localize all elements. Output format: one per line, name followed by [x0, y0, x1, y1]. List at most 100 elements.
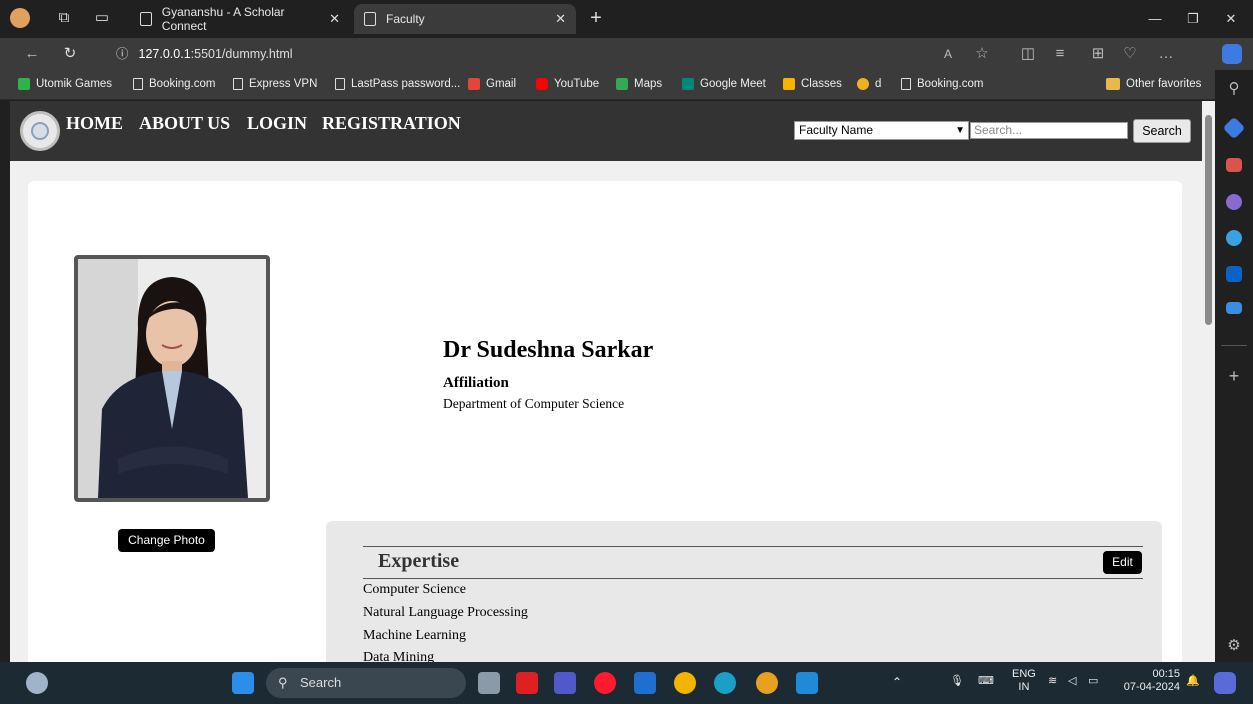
- faculty-select[interactable]: Faculty Name ▼: [794, 121, 969, 140]
- bookmark-lastpass[interactable]: LastPass password...: [335, 78, 460, 90]
- maps-icon: [616, 78, 628, 90]
- browser-essentials-icon[interactable]: ♡: [1120, 44, 1140, 64]
- bookmark-booking-2[interactable]: Booking.com: [901, 78, 983, 90]
- refresh-icon[interactable]: ↻: [60, 44, 80, 64]
- tab-faculty[interactable]: Faculty ✕: [354, 4, 576, 34]
- tab-gyananshu[interactable]: Gyananshu - A Scholar Connect ✕: [130, 4, 350, 34]
- site-navbar: HOME ABOUT US LOGIN REGISTRATION Faculty…: [10, 101, 1202, 161]
- language-indicator[interactable]: ENG IN: [1012, 668, 1036, 694]
- expertise-item: Machine Learning: [363, 628, 467, 643]
- change-photo-button[interactable]: Change Photo: [118, 529, 215, 552]
- bookmark-maps[interactable]: Maps: [616, 78, 662, 90]
- new-tab-icon[interactable]: +: [586, 8, 606, 28]
- close-tab-icon[interactable]: ✕: [329, 11, 340, 27]
- page-scrollbar[interactable]: [1202, 101, 1215, 662]
- copilot-icon[interactable]: [1222, 44, 1242, 64]
- split-screen-icon[interactable]: ◫: [1018, 44, 1038, 64]
- scroll-thumb[interactable]: [1205, 115, 1212, 325]
- nav-home[interactable]: HOME: [66, 113, 123, 134]
- opera-icon[interactable]: [594, 672, 616, 694]
- search-icon[interactable]: ⚲: [1224, 79, 1244, 99]
- affiliation-value: Department of Computer Science: [443, 396, 625, 411]
- collections-icon[interactable]: ⊞: [1088, 44, 1108, 64]
- wifi-icon[interactable]: ≋: [1048, 674, 1057, 687]
- search-input[interactable]: Search...: [970, 122, 1128, 139]
- battery-icon[interactable]: ▭: [1088, 674, 1098, 687]
- page-icon: [364, 12, 376, 26]
- favorites-icon[interactable]: ≡: [1050, 44, 1070, 64]
- show-hidden-icons-icon[interactable]: ⌃: [892, 675, 902, 689]
- bookmark-d[interactable]: d: [857, 78, 881, 90]
- youtube-app-icon[interactable]: [516, 672, 538, 694]
- search-button[interactable]: Search: [1133, 119, 1191, 143]
- tab-actions-icon[interactable]: ▭: [92, 8, 112, 28]
- folder-icon: [1106, 78, 1120, 90]
- bookmark-booking[interactable]: Booking.com: [133, 78, 215, 90]
- vscode-icon[interactable]: [796, 672, 818, 694]
- workspaces-icon[interactable]: ⧉: [54, 8, 74, 28]
- outlook-icon[interactable]: [1226, 266, 1242, 282]
- expertise-item: Natural Language Processing: [363, 605, 528, 620]
- minimize-icon[interactable]: —: [1140, 8, 1170, 30]
- games-icon[interactable]: [1226, 194, 1242, 210]
- url-field[interactable]: ⓘ 127.0.0.1:5501/dummy.html: [100, 42, 1000, 66]
- notification-bell-icon[interactable]: 🔔: [1186, 674, 1200, 687]
- close-window-icon[interactable]: ✕: [1216, 8, 1246, 30]
- page-viewport: HOME ABOUT US LOGIN REGISTRATION Faculty…: [10, 101, 1202, 662]
- page-icon: [233, 78, 243, 90]
- copilot-taskbar-icon[interactable]: [1214, 672, 1236, 694]
- close-tab-icon[interactable]: ✕: [555, 11, 566, 27]
- affiliation-label: Affiliation: [443, 375, 509, 391]
- profile-avatar-icon[interactable]: [10, 8, 30, 28]
- clock[interactable]: 00:15 07-04-2024: [1120, 668, 1180, 694]
- chrome-profile-icon[interactable]: [756, 672, 778, 694]
- taskbar-search[interactable]: ⚲ Search: [266, 668, 466, 698]
- bookmark-gmail[interactable]: Gmail: [468, 78, 516, 90]
- bookmark-expressvpn[interactable]: Express VPN: [233, 78, 317, 90]
- bookmark-utomik[interactable]: Utomik Games: [18, 78, 112, 90]
- other-favorites[interactable]: Other favorites: [1106, 78, 1201, 90]
- bookmark-classes[interactable]: Classes: [783, 78, 842, 90]
- expertise-title: Expertise: [378, 550, 460, 572]
- task-view-icon[interactable]: [478, 672, 500, 694]
- back-icon[interactable]: ←: [22, 44, 42, 64]
- chevron-down-icon: ▼: [955, 125, 965, 136]
- classroom-icon: [783, 78, 795, 90]
- drop-icon[interactable]: [1226, 302, 1242, 314]
- page-icon: [901, 78, 911, 90]
- restore-icon[interactable]: ❐: [1178, 8, 1208, 30]
- page-icon: [335, 78, 345, 90]
- logo-emblem: [31, 122, 49, 140]
- microphone-icon[interactable]: 🎙: [950, 674, 964, 687]
- bookmark-youtube[interactable]: YouTube: [536, 78, 599, 90]
- edge-sidebar: ⚲ + ⚙: [1215, 70, 1253, 662]
- teams-icon[interactable]: [554, 672, 576, 694]
- start-windows-icon[interactable]: [232, 672, 254, 694]
- weather-icon[interactable]: [26, 672, 48, 694]
- windows-taskbar: ⚲ Search ⌃ 🎙 ⌨ ENG IN ≋ ◁ ▭ 00:15 07-04-…: [0, 662, 1253, 704]
- volume-icon[interactable]: ◁: [1068, 674, 1076, 687]
- shopping-icon[interactable]: [1222, 116, 1246, 140]
- more-menu-icon[interactable]: …: [1156, 44, 1176, 64]
- expertise-header: Expertise Edit: [363, 546, 1143, 579]
- read-aloud-icon[interactable]: A: [938, 44, 958, 64]
- microsoft365-icon[interactable]: [1226, 230, 1242, 246]
- nav-login[interactable]: LOGIN: [247, 113, 307, 134]
- nav-about-us[interactable]: ABOUT US: [139, 113, 230, 134]
- desktop-app-icon[interactable]: [634, 672, 656, 694]
- edge-icon[interactable]: [714, 672, 736, 694]
- expertise-item: Computer Science: [363, 582, 467, 597]
- tools-icon[interactable]: [1226, 158, 1242, 172]
- bookmark-google-meet[interactable]: Google Meet: [682, 78, 766, 90]
- site-info-icon[interactable]: ⓘ: [116, 47, 129, 61]
- favorite-star-icon[interactable]: ☆: [972, 44, 992, 64]
- youtube-icon: [536, 78, 548, 90]
- nav-registration[interactable]: REGISTRATION: [322, 113, 461, 134]
- chrome-icon[interactable]: [674, 672, 696, 694]
- edit-expertise-button[interactable]: Edit: [1103, 551, 1142, 574]
- keyboard-icon[interactable]: ⌨: [978, 674, 994, 687]
- settings-gear-icon[interactable]: ⚙: [1224, 636, 1244, 656]
- add-icon[interactable]: +: [1224, 366, 1244, 386]
- site-logo[interactable]: [20, 111, 60, 151]
- page-icon: [140, 12, 152, 26]
